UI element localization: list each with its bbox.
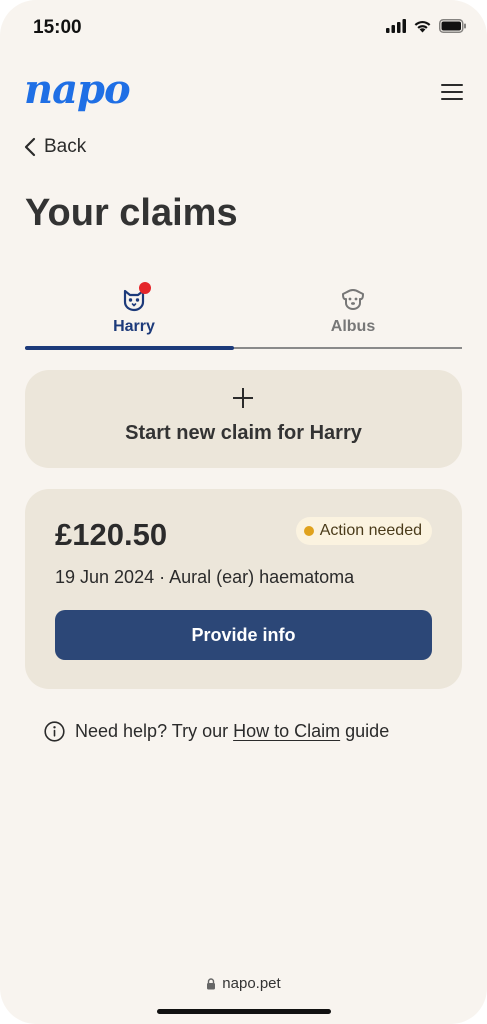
start-new-claim-label: Start new claim for Harry [125,422,362,444]
status-bar: 15:00 [0,0,487,56]
status-badge-label: Action needed [319,522,422,539]
back-label: Back [44,136,87,157]
status-icons [386,19,467,33]
help-row: Need help? Try our How to Claim guide [44,721,389,742]
plus-icon [231,386,255,410]
claim-details: 19 Jun 2024 · Aural (ear) haematoma [55,567,355,587]
info-icon [44,721,65,742]
provide-info-button[interactable]: Provide info [55,610,432,660]
url-text: napo.pet [222,975,281,992]
dog-face-icon [342,289,364,310]
signal-icon [386,19,406,33]
napo-logo[interactable]: napo [24,66,131,113]
tab-albus[interactable]: Albus [244,282,462,348]
status-badge: Action needed [295,517,432,545]
how-to-claim-link[interactable]: How to Claim [233,721,340,741]
notification-dot [139,282,151,294]
hamburger-menu-icon[interactable] [441,82,463,102]
page-title: Your claims [25,192,238,234]
phone-screen: 15:00 napo Back Your claims Harry Albus … [0,0,487,1024]
chevron-left-icon [24,137,36,157]
status-dot [303,526,314,536]
status-time: 15:00 [33,17,82,38]
claim-amount: £120.50 [55,517,168,552]
battery-icon [439,19,466,33]
lock-icon [207,977,216,989]
start-new-claim-button[interactable]: Start new claim for Harry [25,370,462,468]
tab-harry[interactable]: Harry [25,282,243,348]
pet-tabs: Harry Albus [25,282,462,350]
help-text: Need help? Try our [75,721,229,741]
help-suffix: guide [345,721,390,741]
claim-card: £120.50 Action needed 19 Jun 2024 · Aura… [25,489,462,689]
tab-label-harry: Harry [113,318,155,335]
browser-url-bar[interactable]: napo.pet [0,975,487,992]
wifi-icon [414,21,431,33]
home-indicator[interactable] [157,1009,331,1014]
active-tab-indicator [25,346,234,350]
tab-label-albus: Albus [330,318,376,335]
back-button[interactable]: Back [24,136,86,158]
